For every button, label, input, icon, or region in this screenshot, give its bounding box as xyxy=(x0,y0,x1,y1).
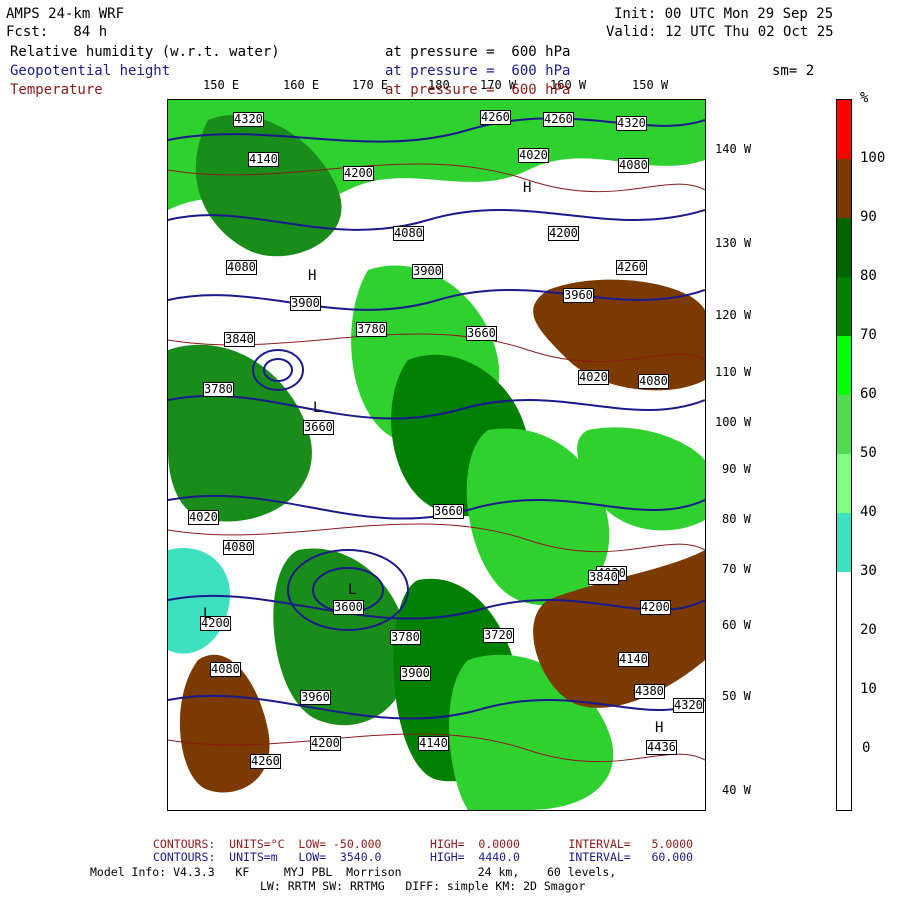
lon-label-right: 70 W xyxy=(722,562,751,576)
lon-label-right: 80 W xyxy=(722,512,751,526)
height-label: 3900 xyxy=(412,264,443,279)
height-label: 4020 xyxy=(188,510,219,525)
lon-label-right: 120 W xyxy=(715,308,752,322)
height-label: 4080 xyxy=(393,226,424,241)
map-panel: 4320 4260 4260 4320 4200 4140 4020 4080 … xyxy=(167,99,706,811)
colorbar-segment xyxy=(837,454,851,513)
colorbar-segment xyxy=(837,218,851,277)
height-label: 4140 xyxy=(248,152,279,167)
colorbar-segment xyxy=(837,395,851,454)
height-label: 4080 xyxy=(638,374,669,389)
height-label: 4320 xyxy=(233,112,264,127)
height-label: 3840 xyxy=(588,570,619,585)
height-label: 3960 xyxy=(563,288,594,303)
colorbar-label: 100 xyxy=(860,150,886,166)
height-label: 4200 xyxy=(310,736,341,751)
field-name-temp: Temperature xyxy=(10,82,103,98)
lon-label-right: 90 W xyxy=(722,462,751,476)
high-marker: H xyxy=(523,180,532,196)
colorbar-segment xyxy=(837,572,851,810)
height-label: 4080 xyxy=(618,158,649,173)
high-marker: H xyxy=(308,268,317,284)
height-label: 4260 xyxy=(480,110,511,125)
lon-label-top: 160 E xyxy=(283,78,320,92)
height-label: 4080 xyxy=(210,662,241,677)
height-label: 4020 xyxy=(578,370,609,385)
height-label: 3780 xyxy=(390,630,421,645)
forecast-hour: Fcst: 84 h xyxy=(6,24,108,40)
colorbar-unit: % xyxy=(860,90,869,106)
valid-time: Valid: 12 UTC Thu 02 Oct 25 xyxy=(606,24,834,40)
lon-label-top: 150 W xyxy=(632,78,669,92)
colorbar-segment xyxy=(837,277,851,336)
lon-label-top: 150 E xyxy=(203,78,240,92)
height-label: 3660 xyxy=(433,504,464,519)
model-title: AMPS 24-km WRF xyxy=(6,6,125,22)
height-label: 3780 xyxy=(356,322,387,337)
colorbar-label: 10 xyxy=(860,681,877,697)
height-label: 3900 xyxy=(400,666,431,681)
colorbar-label: 70 xyxy=(860,327,877,343)
low-marker: L xyxy=(348,582,357,598)
height-label: 4080 xyxy=(226,260,257,275)
height-label: 4080 xyxy=(223,540,254,555)
height-label: 3780 xyxy=(203,382,234,397)
field-level-temp: at pressure = 600 hPa xyxy=(385,82,571,98)
height-label: 4260 xyxy=(250,754,281,769)
physics-info: LW: RRTM SW: RRTMG DIFF: simple KM: 2D S… xyxy=(260,879,586,893)
lon-label-right: 140 W xyxy=(715,142,752,156)
colorbar-segment xyxy=(837,159,851,218)
field-level-rh: at pressure = 600 hPa xyxy=(385,44,571,60)
smoothing-label: sm= 2 xyxy=(772,63,815,79)
colorbar-label: 40 xyxy=(860,504,877,520)
height-label: 4140 xyxy=(418,736,449,751)
low-marker: L xyxy=(203,606,212,622)
height-label: 4320 xyxy=(673,698,704,713)
colorbar-segment xyxy=(837,336,851,395)
lon-label-right: 110 W xyxy=(715,365,752,379)
height-label: 3900 xyxy=(290,296,321,311)
colorbar-segment xyxy=(837,513,851,572)
height-label: 4380 xyxy=(634,684,665,699)
height-label: 4260 xyxy=(616,260,647,275)
lon-label-right: 40 W xyxy=(722,783,751,797)
height-label: 4260 xyxy=(543,112,574,127)
colorbar-label: 60 xyxy=(860,386,877,402)
lon-label-right: 100 W xyxy=(715,415,752,429)
height-label: 3600 xyxy=(333,600,364,615)
lon-label-right: 130 W xyxy=(715,236,752,250)
field-name-rh: Relative humidity (w.r.t. water) xyxy=(10,44,280,60)
height-label: 3960 xyxy=(300,690,331,705)
colorbar-segment xyxy=(837,100,851,159)
colorbar-label: 0 xyxy=(862,740,871,756)
lon-label-top: 170 E xyxy=(352,78,389,92)
height-label: 4200 xyxy=(640,600,671,615)
height-label: 4020 xyxy=(518,148,549,163)
colorbar-label: 90 xyxy=(860,209,877,225)
lon-label-right: 50 W xyxy=(722,689,751,703)
colorbar xyxy=(836,99,852,811)
lon-label-right: 60 W xyxy=(722,618,751,632)
field-name-height: Geopotential height xyxy=(10,63,171,79)
low-marker: L xyxy=(313,400,322,416)
height-label: 3660 xyxy=(466,326,497,341)
high-marker: H xyxy=(655,720,664,736)
height-label: 3660 xyxy=(303,420,334,435)
colorbar-label: 30 xyxy=(860,563,877,579)
height-label: 3720 xyxy=(483,628,514,643)
field-level-height: at pressure = 600 hPa xyxy=(385,63,571,79)
map-canvas xyxy=(168,100,705,810)
model-info: Model Info: V4.3.3 KF MYJ PBL Morrison 2… xyxy=(90,865,617,879)
colorbar-label: 50 xyxy=(860,445,877,461)
height-label: 3840 xyxy=(224,332,255,347)
height-label: 4320 xyxy=(616,116,647,131)
colorbar-label: 20 xyxy=(860,622,877,638)
height-label: 4200 xyxy=(548,226,579,241)
colorbar-label: 80 xyxy=(860,268,877,284)
height-label: 4140 xyxy=(618,652,649,667)
init-time: Init: 00 UTC Mon 29 Sep 25 xyxy=(614,6,834,22)
height-label: 4436 xyxy=(646,740,677,755)
height-contour-info: CONTOURS: UNITS=m LOW= 3540.0 HIGH= 4440… xyxy=(153,850,694,864)
height-label: 4200 xyxy=(343,166,374,181)
